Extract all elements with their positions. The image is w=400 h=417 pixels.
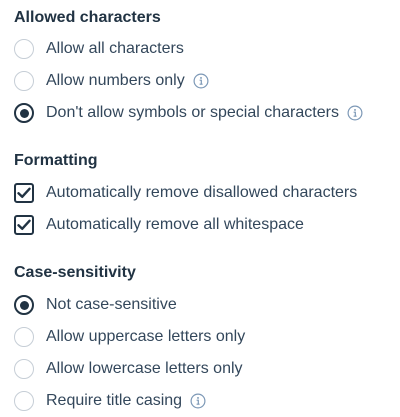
checkbox-remove-disallowed-characters[interactable]: Automatically remove disallowed characte… <box>14 181 357 205</box>
radio-label: Require title casing <box>46 392 183 409</box>
radio-button[interactable] <box>14 71 34 91</box>
info-icon[interactable] <box>190 393 206 409</box>
radio-not-case-sensitive[interactable]: Not case-sensitive <box>14 293 177 317</box>
radio-label: Allow uppercase letters only <box>46 328 246 345</box>
allowed-characters-heading: Allowed characters <box>14 9 161 26</box>
checkbox-label: Automatically remove disallowed characte… <box>46 184 358 201</box>
formatting-heading: Formatting <box>14 152 98 169</box>
radio-uppercase-only[interactable]: Allow uppercase letters only <box>14 325 245 349</box>
radio-label: Don't allow symbols or special character… <box>46 104 339 121</box>
checkbox-label: Automatically remove all whitespace <box>46 216 304 233</box>
checkmark-icon <box>17 219 31 230</box>
radio-label: Allow lowercase letters only <box>46 360 243 377</box>
radio-label: Not case-sensitive <box>46 296 177 313</box>
radio-label: Allow all characters <box>46 40 184 57</box>
checkbox-remove-all-whitespace[interactable]: Automatically remove all whitespace <box>14 213 304 237</box>
radio-button[interactable] <box>14 327 34 347</box>
radio-button-selected[interactable] <box>14 103 34 123</box>
checkmark-icon <box>17 187 31 198</box>
info-icon[interactable] <box>193 73 209 89</box>
radio-button[interactable] <box>14 39 34 59</box>
radio-lowercase-only[interactable]: Allow lowercase letters only <box>14 357 243 381</box>
radio-button[interactable] <box>14 359 34 379</box>
radio-label: Allow numbers only <box>46 72 185 89</box>
radio-allow-numbers-only[interactable]: Allow numbers only <box>14 69 209 93</box>
info-icon[interactable] <box>347 105 363 121</box>
checkbox-checked[interactable] <box>14 215 34 235</box>
radio-require-title-casing[interactable]: Require title casing <box>14 389 206 413</box>
radio-allow-all-characters[interactable]: Allow all characters <box>14 37 184 61</box>
radio-no-symbols-or-special-characters[interactable]: Don't allow symbols or special character… <box>14 101 363 125</box>
checkbox-checked[interactable] <box>14 183 34 203</box>
radio-button[interactable] <box>14 391 34 411</box>
radio-button-selected[interactable] <box>14 295 34 315</box>
case-sensitivity-heading: Case-sensitivity <box>14 264 136 281</box>
